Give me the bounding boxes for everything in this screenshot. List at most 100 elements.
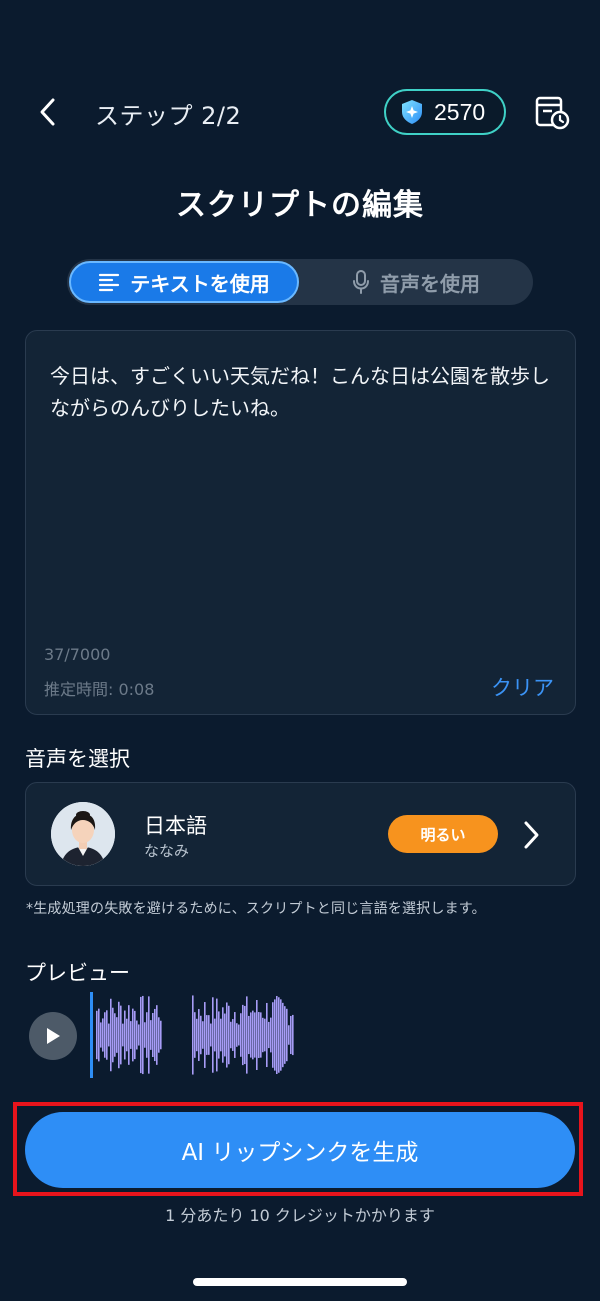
waveform-bar [276, 995, 278, 1075]
waveform-bar [266, 1002, 268, 1068]
play-button[interactable] [29, 1012, 77, 1060]
waveform-bar [98, 1008, 100, 1062]
waveform-bar [214, 1018, 216, 1052]
waveform-bar [268, 1021, 270, 1049]
credit-count: 2570 [434, 98, 486, 125]
waveform-bar [156, 1005, 158, 1065]
waveform-bar [272, 1002, 274, 1068]
waveform-bar [100, 1022, 102, 1048]
waveform-bar [128, 1005, 130, 1065]
home-indicator [193, 1278, 407, 1286]
voice-name: ななみ [144, 842, 190, 860]
waveform-bar [244, 1005, 246, 1065]
waveform-bar [220, 1018, 222, 1052]
estimated-time: 推定時間: 0:08 [44, 680, 155, 699]
waveform-bar [138, 1024, 140, 1046]
chevron-right-icon [524, 821, 539, 849]
waveform-bar [228, 1005, 230, 1065]
voice-tone-badge: 明るい [388, 815, 498, 853]
waveform-bar [158, 1017, 160, 1053]
clear-button[interactable]: クリア [491, 672, 554, 702]
waveform-bar [238, 1024, 240, 1046]
waveform-bar [230, 1021, 232, 1049]
waveform-bar [250, 1012, 252, 1058]
step-indicator: ステップ 2/2 [95, 102, 242, 130]
waveform-bar [286, 1008, 288, 1062]
voice-avatar-image [51, 802, 115, 866]
waveform-bar [118, 1001, 120, 1069]
waveform-bar [206, 1015, 208, 1055]
waveform-bar [212, 997, 214, 1073]
back-button[interactable] [28, 90, 68, 134]
playhead [90, 992, 93, 1078]
waveform-bar [224, 1013, 226, 1057]
audio-waveform[interactable] [88, 990, 308, 1080]
waveform-bar [240, 1013, 242, 1057]
waveform-bar [222, 1007, 224, 1063]
waveform-bar [284, 1006, 286, 1064]
avatar [51, 802, 115, 866]
waveform-bar [152, 1013, 154, 1057]
waveform-bar [134, 1010, 136, 1060]
waveform-bar [132, 1008, 134, 1062]
waveform-bar [202, 1021, 204, 1049]
waveform-bar [226, 1002, 228, 1068]
waveform-bar [110, 998, 112, 1072]
tab-use-text-label: テキストを使用 [130, 271, 270, 296]
language-hint: *生成処理の失敗を避けるために、スクリプトと同じ言語を選択します。 [26, 901, 486, 917]
waveform-bar [130, 1021, 132, 1049]
generate-lipsync-button[interactable]: AI リップシンクを生成 [25, 1112, 575, 1188]
script-text[interactable]: 今日は、すごくいい天気だね！こんな日は公園を散歩しながらのんびりしたいね。 [50, 360, 560, 424]
waveform-bar [242, 1004, 244, 1066]
waveform-bar [278, 997, 280, 1073]
waveform-bar [262, 1017, 264, 1053]
credit-balance-badge[interactable]: 2570 [384, 89, 506, 135]
tab-use-voice-label: 音声を使用 [380, 271, 480, 296]
history-button[interactable] [532, 92, 572, 132]
waveform-bar [102, 1018, 104, 1052]
play-icon [47, 1028, 60, 1044]
voice-section-label: 音声を選択 [25, 747, 130, 771]
tab-use-text[interactable]: テキストを使用 [69, 261, 299, 303]
waveform-bar [200, 1015, 202, 1055]
waveform-bar [252, 1010, 254, 1060]
waveform-bar [288, 1025, 290, 1045]
waveform-bar [256, 1000, 258, 1070]
waveform-bar [116, 1017, 118, 1053]
waveform-bar [270, 1017, 272, 1053]
waveform-bar [136, 1020, 138, 1050]
waveform-bar [234, 1012, 236, 1058]
waveform-bar [108, 1023, 110, 1047]
text-lines-icon [99, 273, 120, 292]
waveform-bar [204, 1002, 206, 1068]
waveform-bar [114, 1013, 116, 1057]
waveform-bar [144, 1022, 146, 1048]
waveform-bar [122, 1023, 124, 1047]
waveform-bar [160, 1020, 162, 1050]
waveform-bar [194, 1012, 196, 1058]
calendar-clock-icon [535, 96, 570, 130]
waveform-bar [218, 1011, 220, 1059]
waveform-bar [140, 996, 142, 1074]
waveform-bar [258, 1012, 260, 1058]
waveform-bar [292, 1014, 294, 1056]
waveform-bar [106, 1010, 108, 1060]
waveform-bar [104, 1012, 106, 1058]
waveform-bar [260, 1012, 262, 1058]
chevron-left-icon [40, 98, 55, 126]
waveform-bar [112, 1007, 114, 1063]
waveform-bar [282, 1002, 284, 1068]
waveform-bar [196, 1018, 198, 1052]
waveform-bar [148, 996, 150, 1074]
waveform-bar [124, 1010, 126, 1060]
tab-use-voice[interactable]: 音声を使用 [300, 261, 532, 303]
waveform-bar [290, 1015, 292, 1055]
waveform-bar [120, 1005, 122, 1065]
waveform-bar [254, 1012, 256, 1058]
waveform-bar [150, 1020, 152, 1050]
waveform-bar [232, 1019, 234, 1051]
page-title: スクリプトの編集 [176, 188, 424, 223]
waveform-bar [216, 998, 218, 1072]
waveform-bar [146, 1012, 148, 1058]
waveform-bar [96, 1010, 98, 1060]
